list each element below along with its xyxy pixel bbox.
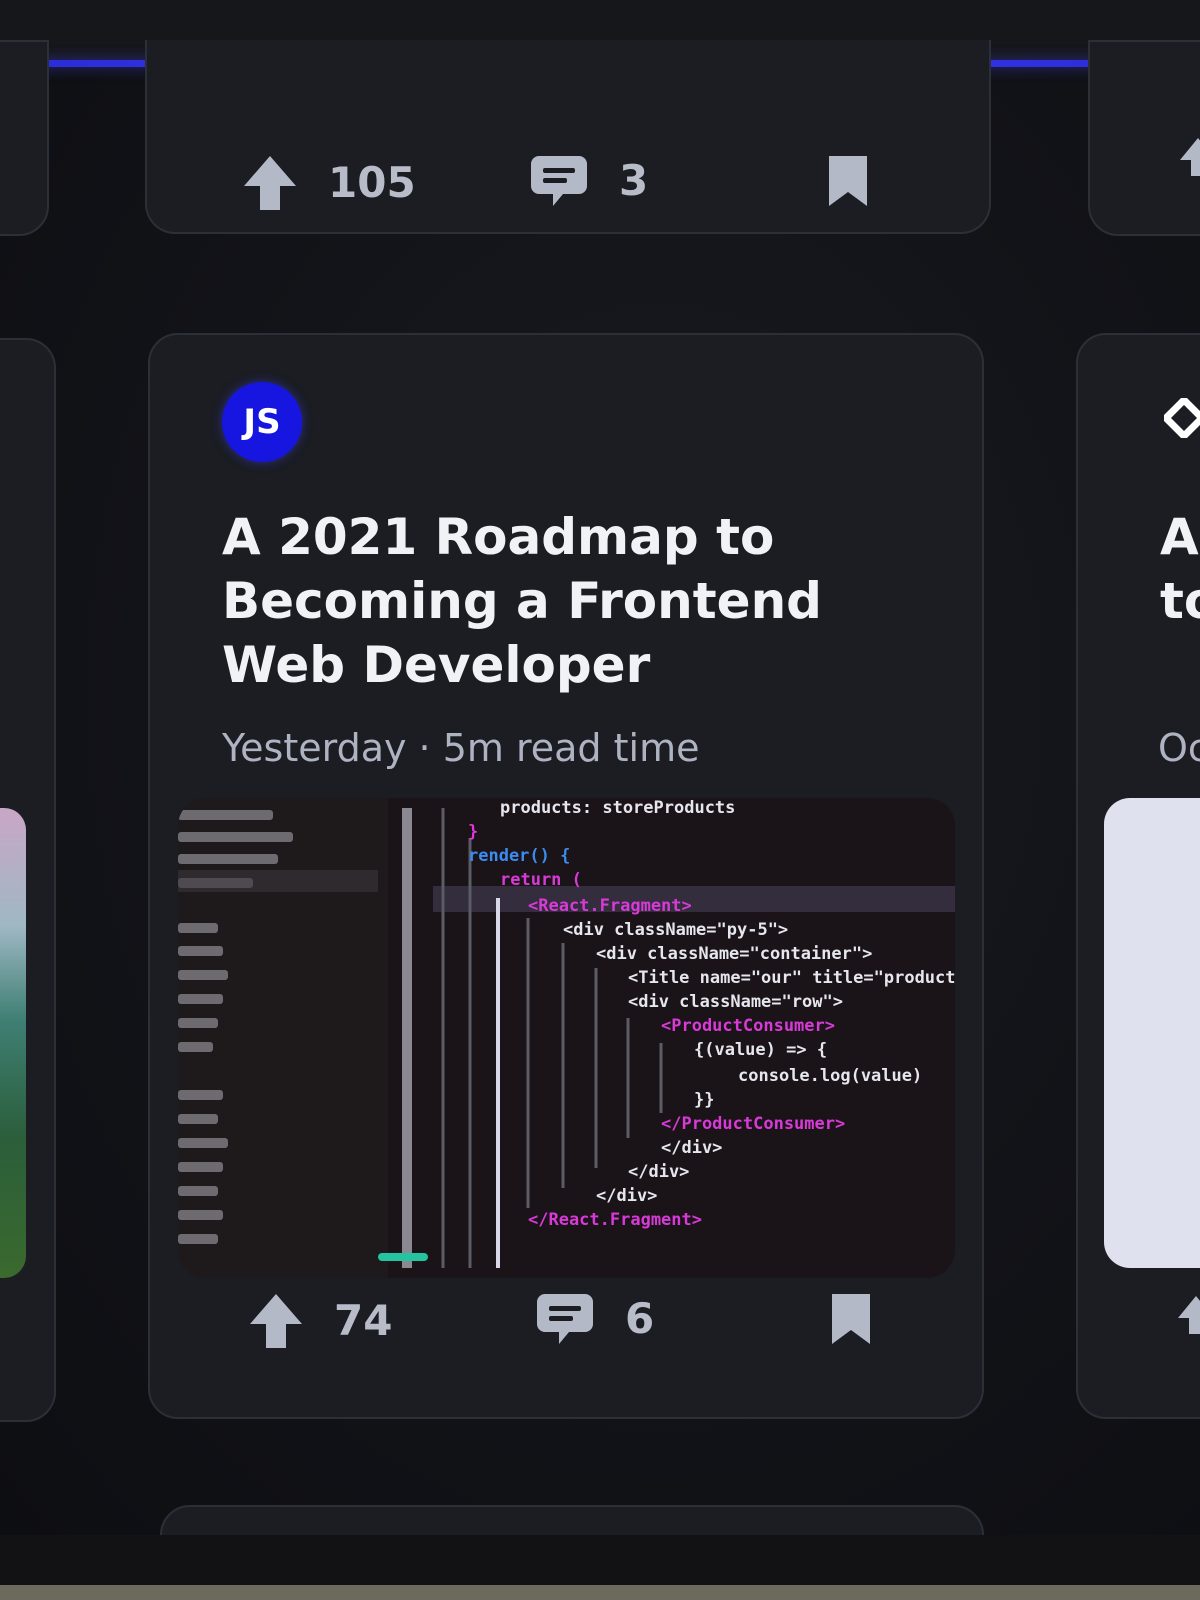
bookmark-icon: [832, 1294, 870, 1344]
top-card[interactable]: 105 3: [145, 40, 991, 234]
desk-surface: [0, 1585, 1200, 1600]
right-card-meta: Oc: [1158, 726, 1200, 770]
right-card-cover-image: [1104, 798, 1200, 1268]
code-line: }: [468, 822, 479, 842]
bookmark-icon: [829, 156, 867, 206]
upvote-count: 74: [334, 1295, 393, 1345]
comment-count: 3: [619, 155, 649, 205]
code-line: <ProductConsumer>: [661, 1016, 835, 1036]
comment-button[interactable]: 6: [535, 1290, 654, 1346]
upvote-count: 105: [328, 157, 416, 207]
code-line: </React.Fragment>: [528, 1210, 702, 1230]
comment-button[interactable]: 3: [529, 152, 648, 208]
code-line: <div className="py-5">: [563, 920, 789, 940]
article-meta: Yesterday · 5m read time: [222, 726, 700, 770]
bookmark-button[interactable]: [828, 1290, 874, 1346]
top-card-actions: 105 3: [147, 152, 989, 252]
article-cover-image[interactable]: products: storeProducts} render() { return…: [178, 798, 955, 1278]
right-card-top[interactable]: [1088, 40, 1200, 236]
right-card-title[interactable]: A to: [1160, 505, 1200, 633]
code-line: </div>: [596, 1186, 658, 1206]
article-card-actions: 74 6: [0, 1290, 1200, 1390]
code-line: render() {: [468, 846, 571, 866]
article-title[interactable]: A 2021 Roadmap to Becoming a Frontend We…: [222, 505, 922, 697]
left-card-cover-image: [0, 808, 26, 1278]
screen: A to Oc 105 3: [0, 0, 1200, 1545]
arrow-up-icon: [244, 156, 296, 210]
arrow-up-icon[interactable]: [1178, 134, 1200, 178]
upvote-button[interactable]: 74: [248, 1290, 392, 1350]
code-line: </div>: [628, 1162, 690, 1182]
code-line: </ProductConsumer>: [661, 1114, 846, 1134]
left-card-top[interactable]: [0, 40, 49, 236]
code-line: console.log(value): [738, 1066, 923, 1086]
upvote-button[interactable]: 105: [242, 152, 416, 212]
code-line: return (: [500, 870, 582, 890]
comment-bubble-icon: [531, 156, 587, 206]
source-avatar[interactable]: JS: [222, 382, 302, 462]
diamond-icon: [1164, 398, 1200, 438]
comment-count: 6: [625, 1293, 655, 1343]
code-line: </div>: [661, 1138, 723, 1158]
code-line: <div className="container">: [596, 944, 873, 964]
code-line: <React.Fragment>: [528, 896, 692, 916]
arrow-up-icon: [250, 1294, 302, 1348]
code-line: {(value) => {: [694, 1040, 828, 1060]
comment-bubble-icon: [537, 1294, 593, 1344]
code-line: products: storeProducts: [500, 798, 736, 818]
code-line: <Title name="our" title="product: [628, 968, 955, 988]
code-line: <div className="row">: [628, 992, 843, 1012]
bookmark-button[interactable]: [825, 152, 871, 208]
code-line: }}: [694, 1090, 715, 1110]
